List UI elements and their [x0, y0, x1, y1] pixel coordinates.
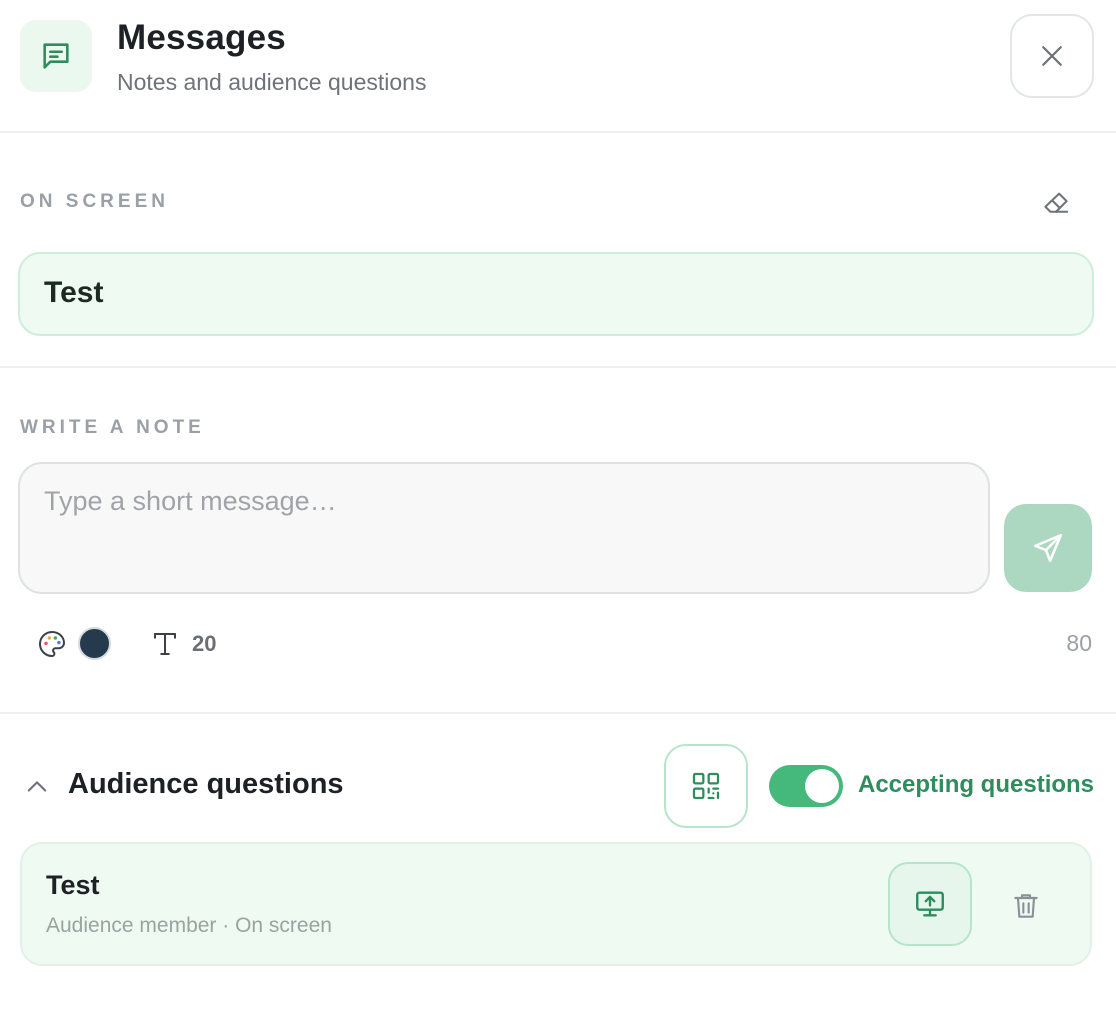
chevron-up-icon	[27, 781, 47, 792]
on-screen-message: Test	[18, 252, 1094, 336]
collapse-audience-button[interactable]	[20, 770, 54, 804]
qr-code-button[interactable]	[664, 744, 748, 828]
text-size-button[interactable]	[148, 626, 182, 662]
palette-button[interactable]	[34, 626, 70, 662]
panel-subtitle: Notes and audience questions	[117, 69, 427, 95]
trash-icon	[1014, 894, 1038, 918]
text-color-swatch[interactable]	[78, 627, 111, 660]
delete-question-button[interactable]	[1004, 884, 1048, 928]
divider	[0, 712, 1116, 714]
send-button[interactable]	[1004, 504, 1092, 592]
qr-code-icon	[692, 772, 720, 800]
close-button[interactable]	[1010, 14, 1094, 98]
panel-title: Messages	[117, 18, 286, 57]
question-item: Test Audience member · On screen	[20, 842, 1092, 966]
panel-header: Messages Notes and audience questions	[0, 0, 1116, 133]
character-count: 80	[1066, 630, 1092, 656]
divider	[0, 366, 1116, 368]
toggle-knob	[805, 769, 839, 803]
show-on-screen-button[interactable]	[888, 862, 972, 946]
close-icon	[1042, 46, 1062, 66]
question-meta: Audience member · On screen	[46, 914, 332, 937]
message-square-icon	[20, 20, 92, 92]
write-note-label: WRITE A NOTE	[20, 417, 205, 438]
audience-questions-title: Audience questions	[68, 768, 344, 800]
send-icon	[1033, 533, 1063, 563]
question-text: Test	[46, 870, 100, 900]
type-icon	[154, 633, 176, 655]
accepting-questions-toggle[interactable]	[769, 765, 843, 807]
accepting-questions-label: Accepting questions	[858, 771, 1095, 798]
note-input[interactable]	[18, 462, 990, 594]
eraser-icon	[1044, 192, 1069, 213]
palette-icon	[39, 631, 65, 657]
on-screen-label: ON SCREEN	[20, 191, 169, 212]
text-size-value: 20	[192, 631, 217, 656]
clear-on-screen-button[interactable]	[1030, 180, 1082, 226]
screen-share-icon	[916, 891, 944, 917]
on-screen-text: Test	[44, 276, 104, 309]
